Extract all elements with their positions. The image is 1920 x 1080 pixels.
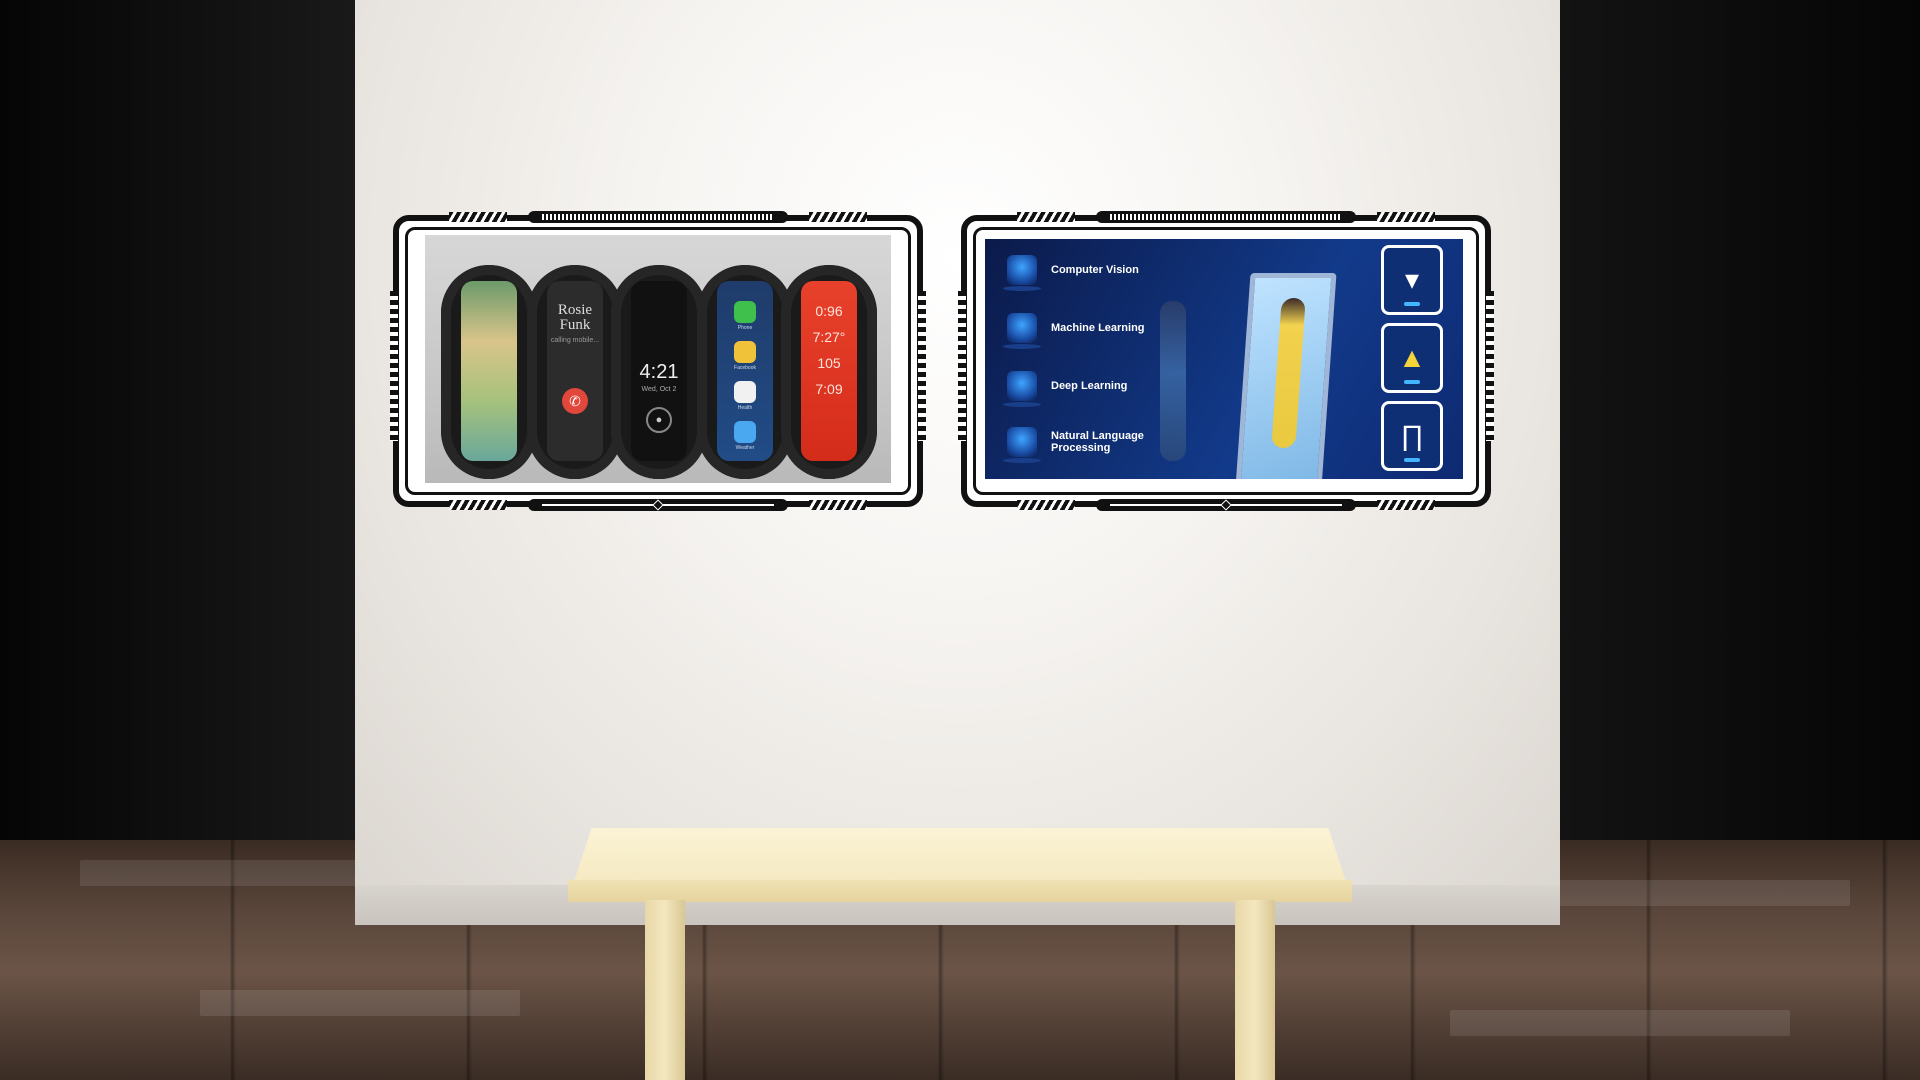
floor-plank <box>1550 880 1850 906</box>
smart-bands-frame[interactable]: Rosie Funk calling mobile... ✆ 4:21 Wed,… <box>390 211 926 511</box>
wardrobe-panel: ▾ ▲ ∏ <box>1381 245 1445 479</box>
frame-corner-stripes <box>1377 212 1435 222</box>
caller-name-first: Rosie <box>557 302 593 318</box>
frame-corner-stripes <box>1017 212 1075 222</box>
frame-bottom-bar <box>528 499 788 511</box>
select-indicator <box>1404 458 1420 462</box>
frame-side-ticks <box>958 291 966 441</box>
frame-corner-stripes <box>449 212 507 222</box>
band-photos <box>441 265 537 479</box>
mirror-illustration <box>1235 273 1337 479</box>
language-icon <box>1003 427 1041 463</box>
weather-value: 0:96 <box>815 303 843 319</box>
ai-item-machine-learning: Machine Learning <box>1003 313 1145 349</box>
frame-side-ticks <box>390 291 398 441</box>
phone-app-icon <box>734 301 756 323</box>
weather-app-icon <box>734 421 756 443</box>
ai-item-computer-vision: Computer Vision <box>1003 255 1139 291</box>
frame-top-bar <box>1096 211 1356 223</box>
wardrobe-card-pants[interactable]: ∏ <box>1381 401 1443 471</box>
frame-bottom-bar <box>1096 499 1356 511</box>
person-reflection <box>1271 298 1306 448</box>
ai-item-label: Machine Learning <box>1051 322 1145 334</box>
person-silhouette <box>1160 301 1186 461</box>
bench-seat-edge <box>568 880 1352 902</box>
call-status: calling mobile... <box>550 337 600 344</box>
frame-corner-stripes <box>809 500 867 510</box>
hang-up-icon: ✆ <box>562 388 588 414</box>
ai-item-deep-learning: Deep Learning <box>1003 371 1128 407</box>
frame-side-ticks <box>1486 291 1494 441</box>
floor-plank <box>200 990 520 1016</box>
weather-value: 105 <box>817 355 841 371</box>
shirt-icon: ▾ <box>1404 264 1420 295</box>
band-time: 4:21 Wed, Oct 2 ● <box>611 265 707 479</box>
dress-icon: ▲ <box>1398 342 1426 373</box>
app-label: Weather <box>735 445 755 451</box>
caller-name-last: Funk <box>559 317 591 333</box>
eye-icon <box>1003 313 1041 349</box>
band-apps: Phone Facebook Health Weather <box>697 265 793 479</box>
select-indicator <box>1404 380 1420 384</box>
frame-corner-stripes <box>1377 500 1435 510</box>
gallery-scene: Rosie Funk calling mobile... ✆ 4:21 Wed,… <box>0 0 1920 1080</box>
ai-item-nlp: Natural Language Processing <box>1003 427 1144 463</box>
server-icon <box>1003 255 1041 291</box>
photos-face <box>461 281 517 461</box>
brain-icon <box>1003 371 1041 407</box>
frame-corner-stripes <box>1017 500 1075 510</box>
ai-item-label-block: Natural Language Processing <box>1051 430 1144 454</box>
ai-item-label: Natural Language <box>1051 430 1144 442</box>
facebook-app-icon <box>734 341 756 363</box>
app-label: Facebook <box>734 365 756 371</box>
floor-plank <box>1450 1010 1790 1036</box>
ai-item-label: Deep Learning <box>1051 380 1128 392</box>
frame-corner-stripes <box>449 500 507 510</box>
apps-face: Phone Facebook Health Weather <box>717 281 773 461</box>
floor-plank <box>80 860 380 886</box>
bench-leg-right <box>1235 900 1275 1080</box>
smart-bands-image: Rosie Funk calling mobile... ✆ 4:21 Wed,… <box>425 235 891 483</box>
call-face: Rosie Funk calling mobile... ✆ <box>547 281 603 461</box>
select-indicator <box>1404 302 1420 306</box>
band-call: Rosie Funk calling mobile... ✆ <box>527 265 623 479</box>
ai-item-label: Computer Vision <box>1051 264 1139 276</box>
frame-side-ticks <box>918 291 926 441</box>
weather-face: 0:96 7:27° 105 7:09 <box>801 281 857 461</box>
weather-value: 7:09 <box>815 381 843 397</box>
watch-time: 4:21 <box>639 361 679 383</box>
band-weather: 0:96 7:27° 105 7:09 <box>781 265 877 479</box>
wardrobe-card-dress[interactable]: ▲ <box>1381 323 1443 393</box>
app-label: Phone <box>737 325 753 331</box>
microphone-icon: ● <box>646 407 672 433</box>
frame-corner-stripes <box>809 212 867 222</box>
ai-fashion-image: Computer Vision Machine Learning Deep Le… <box>985 239 1463 479</box>
watch-date: Wed, Oct 2 <box>641 386 677 393</box>
frame-top-bar <box>528 211 788 223</box>
ai-item-label: Processing <box>1051 442 1111 454</box>
app-label: Health <box>737 405 753 411</box>
pants-icon: ∏ <box>1400 420 1424 451</box>
time-face: 4:21 Wed, Oct 2 ● <box>631 281 687 461</box>
bench-leg-left <box>645 900 685 1080</box>
wardrobe-card-top[interactable]: ▾ <box>1381 245 1443 315</box>
health-app-icon <box>734 381 756 403</box>
weather-value: 7:27° <box>812 329 846 345</box>
ai-fashion-frame[interactable]: Computer Vision Machine Learning Deep Le… <box>958 211 1494 511</box>
